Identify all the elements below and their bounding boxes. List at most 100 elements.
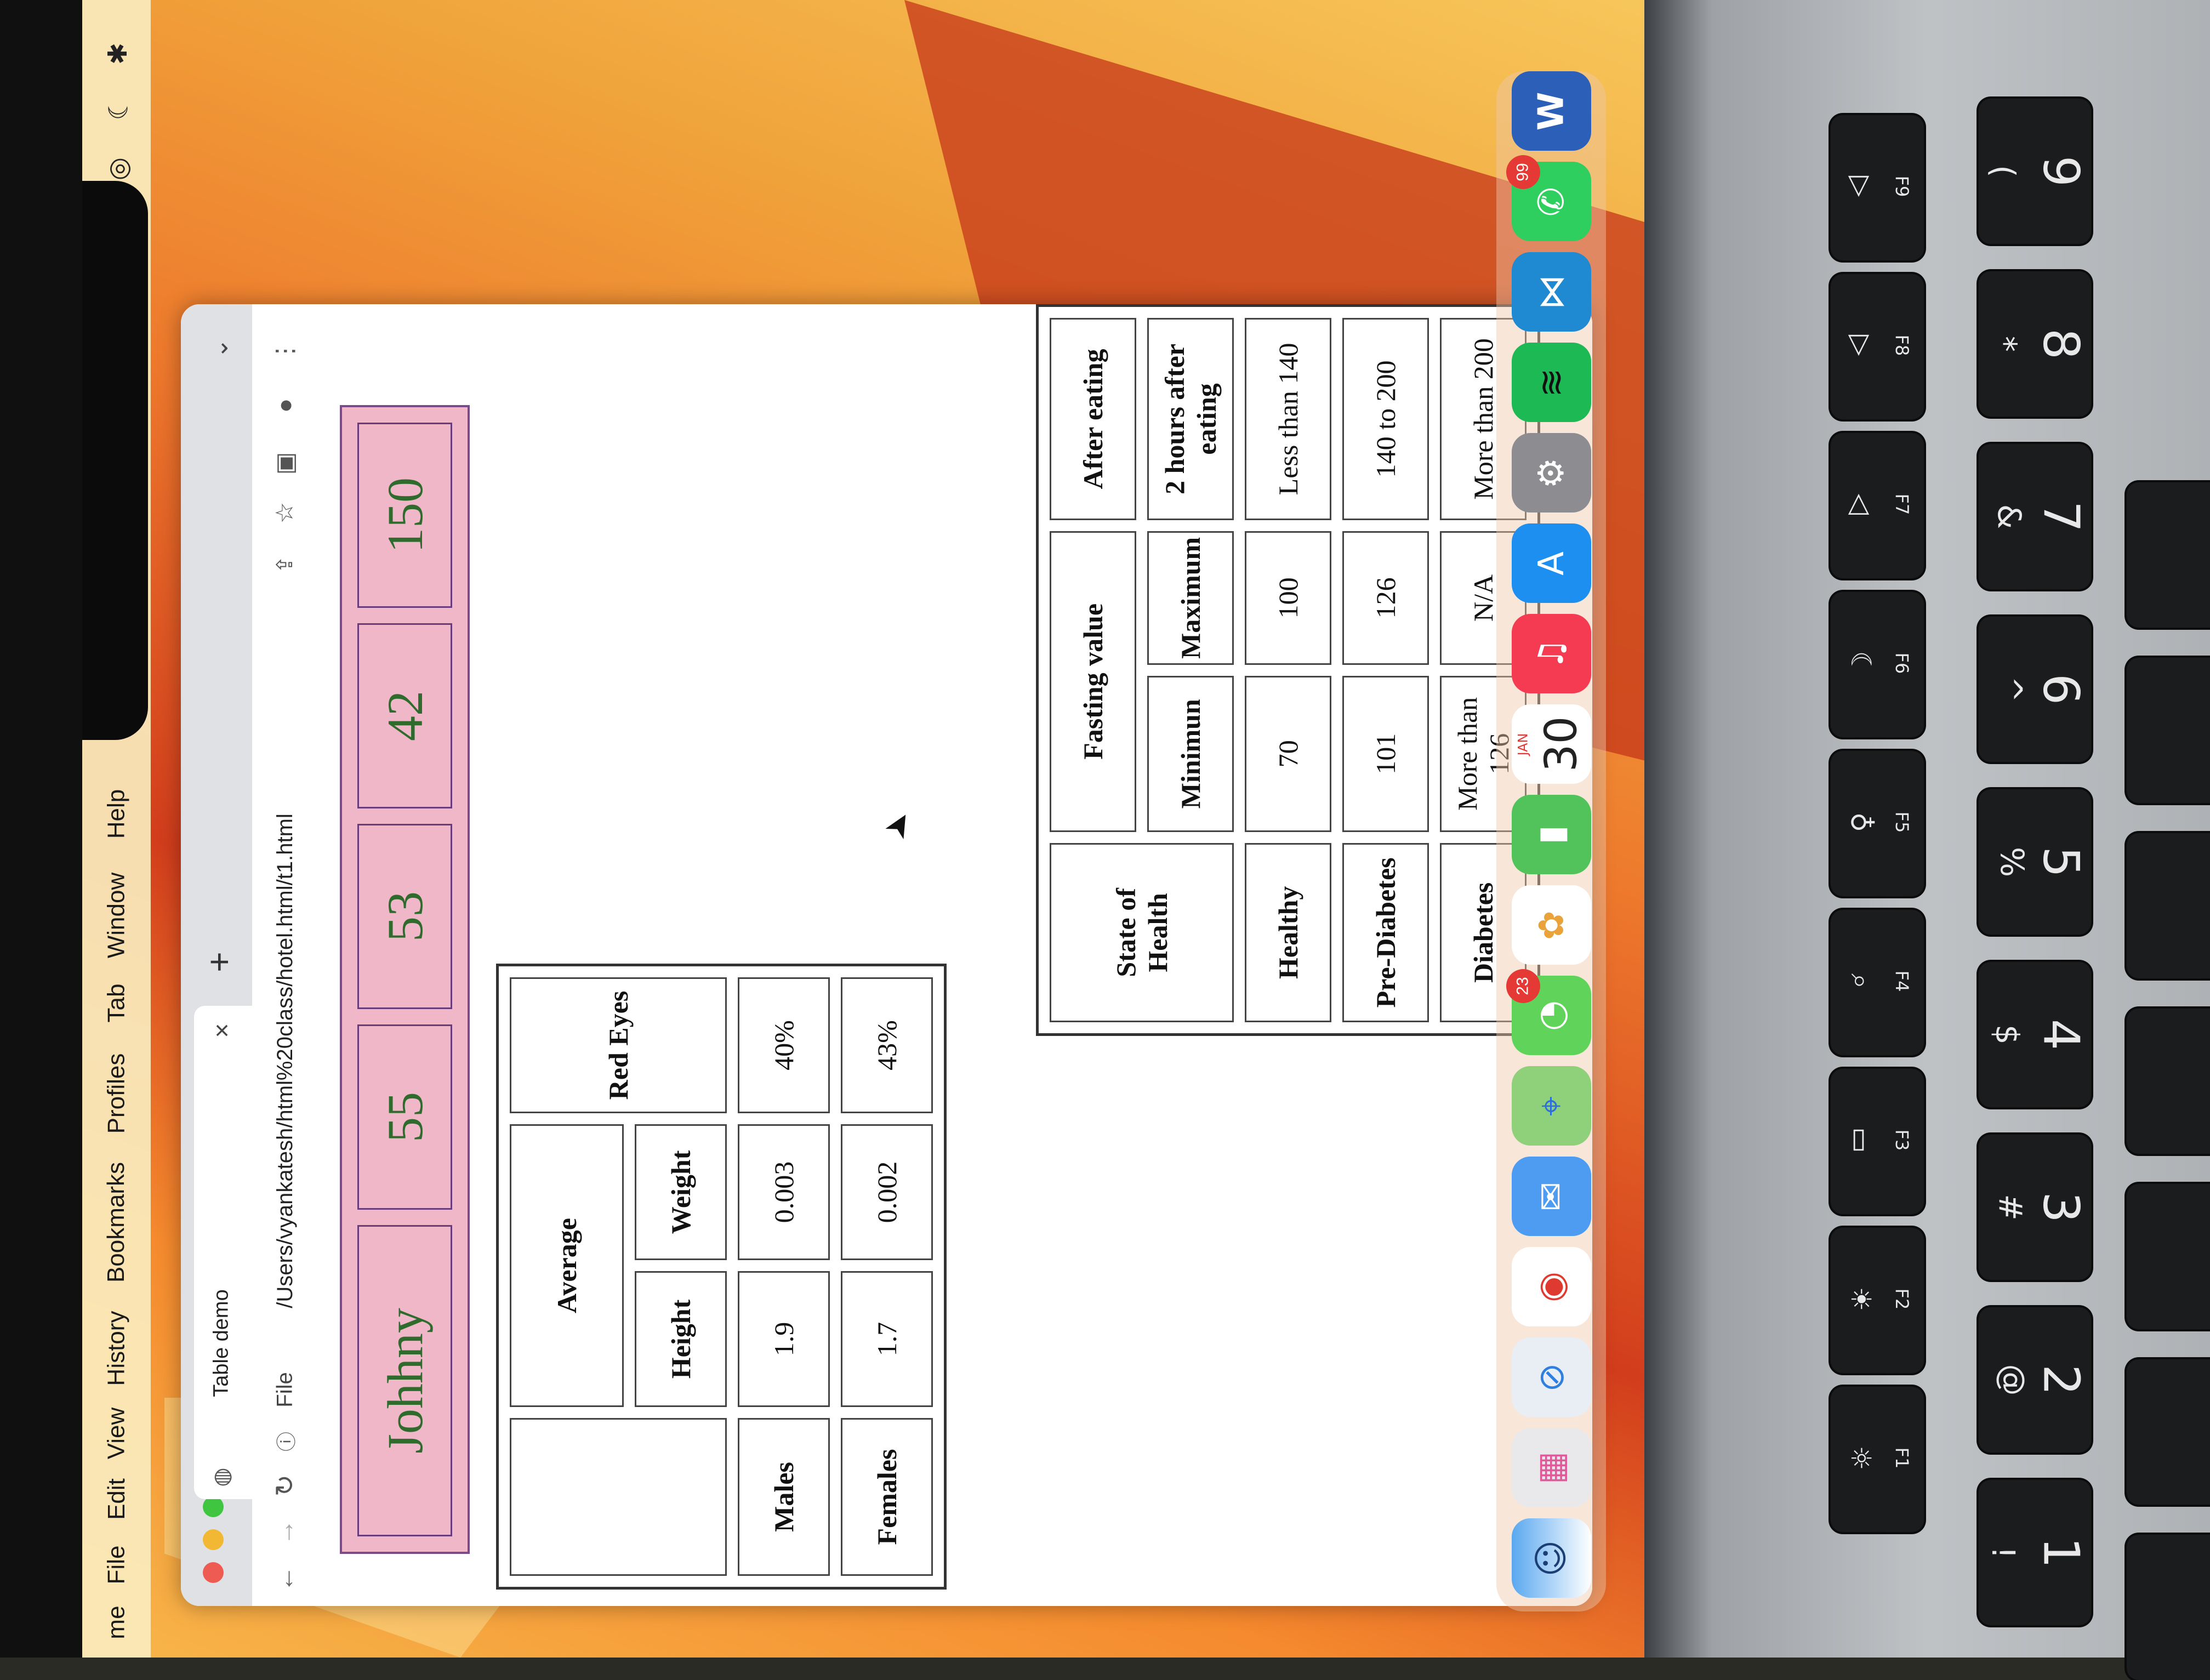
key-7[interactable]: & 7 [1979, 444, 2091, 589]
menu-view[interactable]: View [82, 1403, 151, 1463]
launchpad-icon[interactable]: ▦ [1512, 1428, 1591, 1507]
whatsapp-icon[interactable]: ✆ 99 [1506, 155, 1591, 241]
spotify-icon[interactable]: ≋ [1512, 343, 1591, 422]
key-8[interactable]: * 8 [1979, 271, 2091, 417]
table2-cell: 0.003 [738, 1124, 830, 1260]
key-u[interactable] [2127, 482, 2210, 628]
finder-icon[interactable]: ☺ [1512, 1518, 1591, 1598]
key-4[interactable]: $4 [1979, 962, 2091, 1107]
key-f5[interactable]: ♁ F5 [1831, 751, 1924, 896]
address-bar[interactable]: /Users/vyankatesh/html%20class/hotel.htm… [266, 770, 304, 1351]
safari-icon[interactable]: ⊘ [1512, 1337, 1591, 1417]
messages-icon[interactable]: ◔ 23 [1506, 969, 1591, 1055]
mail-icon[interactable]: ✉ [1512, 1157, 1591, 1236]
key-bottom: 6 [2032, 673, 2090, 705]
tab-close-icon[interactable]: × [205, 1006, 238, 1055]
menu-help[interactable]: Help [82, 778, 151, 850]
key-y[interactable] [2127, 658, 2210, 803]
maps-icon[interactable]: ⌖ [1512, 1066, 1591, 1146]
table3-row-label: Healthy [1245, 842, 1331, 1022]
key-5[interactable]: % 5 [1979, 789, 2091, 935]
minimize-window-button[interactable] [203, 1529, 224, 1550]
table3-cell: 70 [1245, 675, 1331, 832]
menu-window[interactable]: Window [82, 866, 151, 965]
table3-cell: Less than 140 [1245, 318, 1331, 520]
sidebar-icon[interactable]: ▣ [266, 444, 304, 482]
key-f8[interactable]: ▷ F8 [1831, 274, 1924, 419]
numbers-icon[interactable]: ▮ [1512, 795, 1591, 874]
new-tab-button[interactable]: + [200, 940, 239, 984]
photos-icon[interactable]: ✿ [1512, 885, 1591, 965]
tab-table-demo[interactable]: ◍ Table demo × [194, 1006, 252, 1499]
key-f2[interactable]: ☀ F2 [1831, 1228, 1924, 1373]
menu-bookmarks[interactable]: Bookmarks [82, 1157, 151, 1288]
menu-edit[interactable]: Edit [82, 1469, 151, 1529]
key-f1[interactable]: ☼ F1 [1831, 1387, 1924, 1532]
tab-list-chevron-icon[interactable]: ⌄ [203, 326, 236, 370]
browser-menu-icon[interactable]: ⋮ [266, 332, 304, 370]
key-label: F1 [1892, 1447, 1912, 1469]
key-q[interactable] [2127, 1535, 2210, 1680]
menu-profiles[interactable]: Profiles [82, 1041, 151, 1146]
key-1[interactable]: ! 1 [1979, 1480, 2091, 1625]
share-icon[interactable]: ⇪ [266, 545, 304, 584]
whatsapp-badge: 99 [1506, 155, 1540, 189]
key-f7[interactable]: ◁ F7 [1831, 433, 1924, 578]
bluetooth-icon[interactable]: ✱ [102, 43, 133, 65]
screen-record-icon[interactable]: ◎ [103, 157, 134, 180]
key-6[interactable]: ^ 6 [1979, 617, 2091, 762]
menu-history[interactable]: History [82, 1305, 151, 1392]
calendar-icon[interactable]: JAN 30 [1512, 704, 1591, 784]
key-e[interactable] [2127, 1184, 2210, 1329]
zoom-window-button[interactable] [203, 1496, 224, 1517]
calendar-month: JAN [1516, 732, 1531, 756]
brightness-down-icon: ☼ [1845, 1445, 1877, 1471]
key-r[interactable] [2127, 1009, 2210, 1154]
music-icon[interactable]: ♫ [1512, 614, 1591, 693]
key-f9[interactable]: ▷ F9 [1831, 115, 1924, 260]
menu-bar: me File Edit View History Bookmarks Prof… [82, 0, 151, 1658]
chrome-icon[interactable]: ◉ [1512, 1247, 1591, 1326]
globe-icon: ◍ [209, 1467, 233, 1487]
key-t[interactable] [2127, 833, 2210, 978]
tab-strip: ◍ Table demo × + ⌄ [181, 304, 252, 1606]
moon-icon[interactable]: ☾ [104, 96, 134, 120]
do-not-disturb-icon: ☾ [1845, 651, 1877, 676]
vscode-icon[interactable]: ⋈ [1512, 252, 1591, 332]
key-bottom: 5 [2032, 846, 2090, 878]
table2-empty-corner [510, 1418, 727, 1576]
key-bottom: 4 [2032, 1018, 2090, 1051]
reload-icon[interactable]: ↻ [266, 1466, 304, 1505]
table3-cell: 126 [1342, 531, 1429, 665]
back-arrow-icon[interactable]: ← [266, 1559, 304, 1598]
key-f4[interactable]: ⌕ F4 [1831, 910, 1924, 1055]
key-2[interactable]: @2 [1979, 1307, 2091, 1453]
word-icon[interactable]: W [1512, 71, 1591, 151]
key-w[interactable] [2127, 1359, 2210, 1505]
system-settings-icon[interactable]: ⚙ [1512, 433, 1591, 512]
menu-tab[interactable]: Tab [82, 976, 151, 1030]
table2-cell: 40% [738, 977, 830, 1113]
browser-window: ◍ Table demo × + ⌄ ← → ↻ ⓘ File /Users/v… [181, 304, 1592, 1606]
info-icon[interactable]: ⓘ [266, 1422, 304, 1461]
menu-file[interactable]: File [82, 1535, 151, 1595]
key-f6[interactable]: ☾ F6 [1831, 592, 1924, 737]
play-pause-icon: ▷ [1845, 334, 1877, 356]
app-store-icon[interactable]: A [1512, 523, 1591, 603]
key-3[interactable]: #3 [1979, 1135, 2091, 1280]
key-label: F3 [1892, 1129, 1912, 1151]
bookmark-star-icon[interactable]: ☆ [266, 493, 304, 532]
close-window-button[interactable] [203, 1562, 224, 1583]
table3-cell: 100 [1245, 531, 1331, 665]
address-prefix: File [272, 1371, 297, 1408]
profile-icon[interactable]: ● [266, 386, 304, 425]
table1-cell: 150 [357, 423, 452, 608]
key-f3[interactable]: ▭ F3 [1831, 1069, 1924, 1214]
key-bottom: 7 [2032, 500, 2090, 533]
menu-app-name[interactable]: me [82, 1601, 151, 1644]
forward-arrow-icon[interactable]: → [266, 1513, 304, 1551]
key-9[interactable]: (9 [1979, 99, 2091, 244]
table2-cell: 0.002 [841, 1124, 933, 1260]
desktop-screen: me File Edit View History Bookmarks Prof… [82, 0, 1644, 1658]
rewind-icon: ◁ [1845, 493, 1877, 515]
